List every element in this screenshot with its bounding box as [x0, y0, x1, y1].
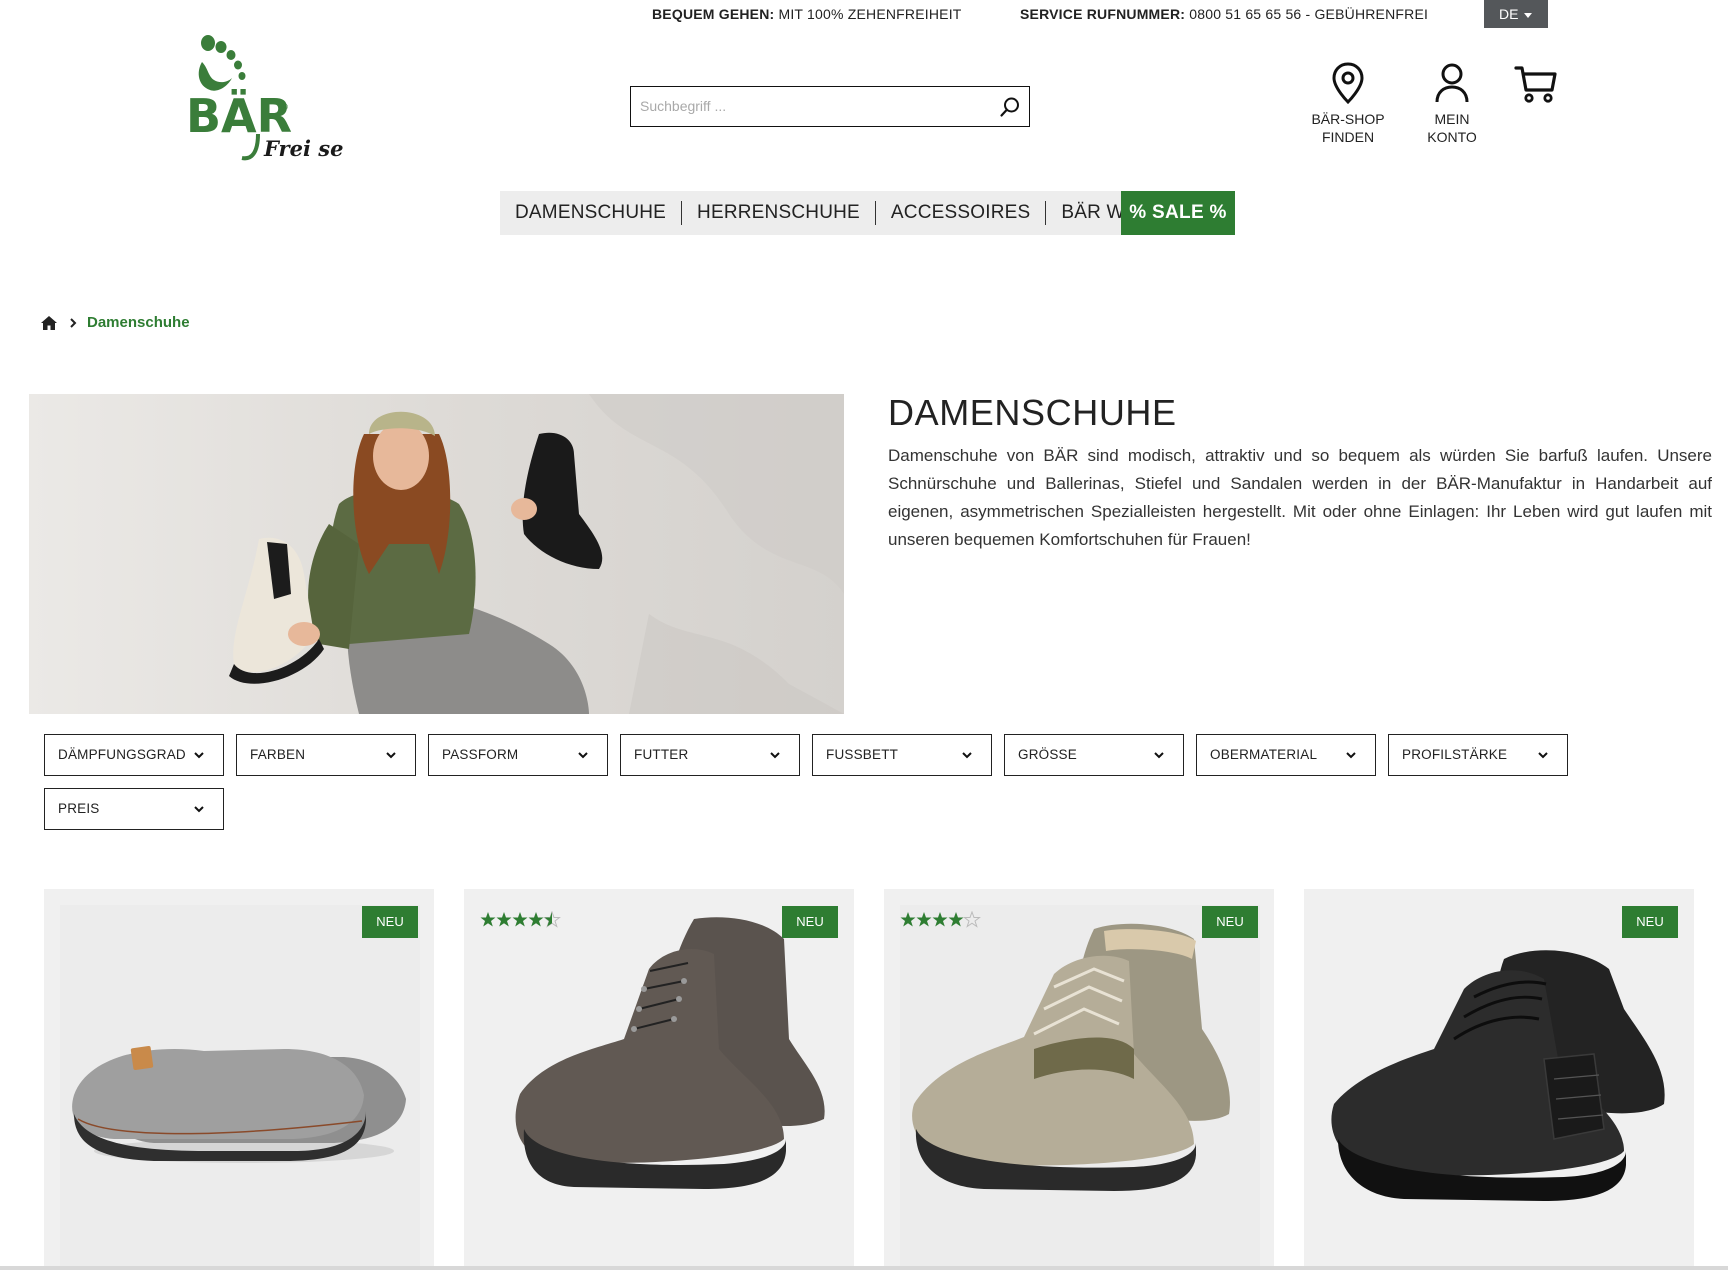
search-input[interactable]: [631, 87, 981, 125]
language-label: DE: [1499, 6, 1519, 22]
service-bold: SERVICE RUFNUMMER:: [1020, 6, 1186, 22]
new-badge: NEU: [782, 906, 838, 938]
nav-herrenschuhe[interactable]: HERRENSCHUHE: [682, 201, 876, 225]
shop-finder-label-1: BÄR-SHOP: [1311, 111, 1385, 127]
filter-farben[interactable]: FARBEN: [236, 734, 416, 776]
filter-label: DÄMPFUNGSGRAD: [58, 747, 186, 762]
product-image-grey-felt-slipper: [60, 905, 420, 1270]
new-badge: NEU: [362, 906, 418, 938]
filter-obermaterial[interactable]: OBERMATERIAL: [1196, 734, 1376, 776]
usp-detail: MIT 100% ZEHENFREIHEIT: [774, 6, 962, 22]
service-hotline: SERVICE RUFNUMMER: 0800 51 65 65 56 - GE…: [1020, 6, 1428, 22]
filter-passform[interactable]: PASSFORM: [428, 734, 608, 776]
new-badge: NEU: [1622, 906, 1678, 938]
product-card[interactable]: NEU: [464, 889, 854, 1270]
category-hero-image: [29, 394, 844, 714]
nav-accessoires[interactable]: ACCESSOIRES: [876, 201, 1047, 225]
filter-label: FARBEN: [250, 747, 306, 762]
filter-label: PROFILSTÄRKE: [1402, 747, 1508, 762]
filter-label: GRÖSSE: [1018, 747, 1077, 762]
product-image-dark-grey-lace-up-boot: [515, 917, 825, 1189]
location-pin-icon: [1332, 62, 1364, 104]
filter-daempfungsgrad[interactable]: DÄMPFUNGSGRAD: [44, 734, 224, 776]
chevron-down-icon: [1154, 752, 1164, 759]
new-badge: NEU: [1202, 906, 1258, 938]
caret-down-icon: [1524, 12, 1533, 18]
cart-link[interactable]: [1512, 64, 1560, 110]
chevron-down-icon: [194, 806, 204, 813]
account-link[interactable]: MEIN KONTO: [1412, 62, 1492, 146]
search-bar: [630, 86, 1030, 127]
svg-text:®: ®: [280, 103, 289, 113]
product-image-beige-lined-winter-boot: [900, 905, 1260, 1270]
category-description: Damenschuhe von BÄR sind modisch, attrak…: [888, 446, 1712, 549]
filter-label: PREIS: [58, 801, 100, 816]
chevron-down-icon: [386, 752, 396, 759]
filter-groesse[interactable]: GRÖSSE: [1004, 734, 1184, 776]
woman-with-boots-illustration: [29, 394, 844, 714]
filter-futter[interactable]: FUTTER: [620, 734, 800, 776]
nav-damenschuhe[interactable]: DAMENSCHUHE: [500, 201, 683, 225]
service-number: 0800 51 65 65 56 - GEBÜHRENFREI: [1185, 6, 1429, 22]
logo-tagline: Frei sein: [263, 136, 344, 161]
shop-finder-label-2: FINDEN: [1321, 129, 1375, 145]
chevron-down-icon: [578, 752, 588, 759]
main-navigation: DAMENSCHUHE HERRENSCHUHE ACCESSOIRES BÄR…: [500, 191, 1175, 235]
rating-stars-icon: [900, 911, 981, 928]
bear-foot-logo-icon: BÄR ® Frei sein: [186, 35, 367, 161]
filter-label: PASSFORM: [442, 747, 519, 762]
filter-label: OBERMATERIAL: [1210, 747, 1318, 762]
usp-text: BEQUEM GEHEN: MIT 100% ZEHENFREIHEIT: [652, 6, 962, 22]
page-fold-divider: [0, 1266, 1728, 1270]
language-dropdown[interactable]: DE: [1484, 0, 1548, 28]
filter-preis[interactable]: PREIS: [44, 788, 224, 830]
chevron-down-icon: [962, 752, 972, 759]
chevron-down-icon: [1346, 752, 1356, 759]
product-card[interactable]: NEU: [44, 889, 434, 1270]
account-label-2: KONTO: [1427, 129, 1477, 145]
product-card[interactable]: NEU: [884, 889, 1274, 1270]
chevron-down-icon: [1538, 752, 1548, 759]
chevron-right-icon: [70, 317, 77, 328]
rating-stars-icon: [480, 911, 561, 928]
user-icon: [1435, 63, 1469, 103]
chevron-down-icon: [194, 752, 204, 759]
chevron-down-icon: [770, 752, 780, 759]
cart-icon: [1514, 66, 1557, 103]
usp-bold: BEQUEM GEHEN:: [652, 6, 775, 22]
breadcrumb: Damenschuhe: [40, 314, 190, 331]
shop-finder-link[interactable]: BÄR-SHOP FINDEN: [1301, 62, 1395, 146]
filter-profilstaerke[interactable]: PROFILSTÄRKE: [1388, 734, 1568, 776]
breadcrumb-current[interactable]: Damenschuhe: [87, 314, 190, 331]
brand-logo[interactable]: BÄR ® Frei sein: [184, 30, 367, 172]
filter-label: FUSSBETT: [826, 747, 899, 762]
filter-fussbett[interactable]: FUSSBETT: [812, 734, 992, 776]
product-image-black-leather-hiking-boot: [1331, 950, 1665, 1201]
logo-wordmark: BÄR: [186, 89, 292, 143]
account-label-1: MEIN: [1434, 111, 1470, 127]
top-bar: BEQUEM GEHEN: MIT 100% ZEHENFREIHEIT SER…: [0, 0, 1728, 30]
category-title: DAMENSCHUHE: [888, 392, 1177, 433]
search-icon[interactable]: [999, 96, 1021, 118]
product-card[interactable]: NEU: [1304, 889, 1694, 1270]
nav-sale-button[interactable]: % SALE %: [1121, 191, 1235, 235]
home-icon[interactable]: [40, 315, 58, 331]
filter-label: FUTTER: [634, 747, 689, 762]
